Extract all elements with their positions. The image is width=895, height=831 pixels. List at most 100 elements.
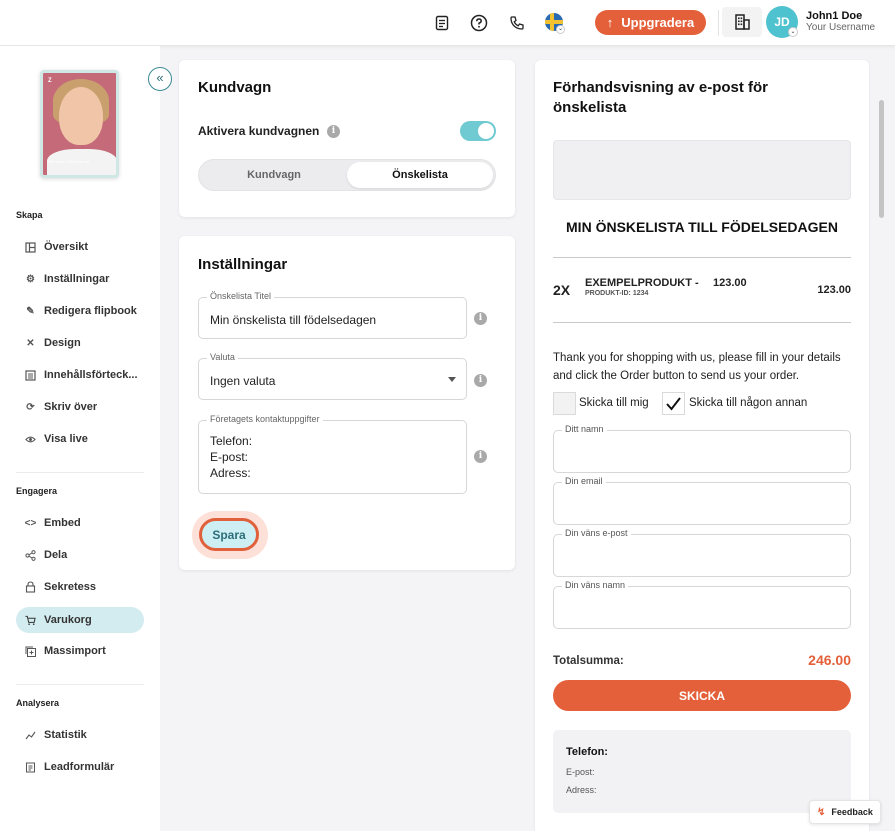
friend-email-input[interactable]: Din väns e-post bbox=[553, 528, 851, 577]
your-name-input[interactable]: Ditt namn bbox=[553, 424, 851, 473]
info-icon[interactable]: i bbox=[474, 374, 487, 387]
cart-mode-switch: Kundvagn Önskelista bbox=[198, 159, 496, 191]
save-button[interactable]: Spara bbox=[199, 518, 259, 551]
enable-cart-toggle[interactable] bbox=[460, 121, 496, 141]
feedback-button[interactable]: ↯ Feedback bbox=[809, 800, 881, 824]
preview-title: Förhandsvisning av e-post för önskelista bbox=[553, 79, 769, 116]
replace-icon: ⟳ bbox=[26, 401, 35, 413]
share-icon bbox=[25, 549, 36, 561]
enable-cart-label: Aktivera kundvagnen bbox=[198, 124, 320, 138]
divider bbox=[16, 472, 144, 473]
feedback-icon: ↯ bbox=[817, 806, 826, 818]
sidebar-item-installningar[interactable]: ⚙ Inställningar bbox=[16, 266, 144, 292]
sidebar-item-varukorg[interactable]: Varukorg bbox=[16, 607, 144, 633]
sidebar-item-skriv-over[interactable]: ⟳ Skriv över bbox=[16, 394, 144, 420]
send-button[interactable]: SKICKA bbox=[553, 680, 851, 711]
sidebar-item-label: Sekretess bbox=[44, 581, 96, 593]
top-bar: ⌄ ↑ Uppgradera JD ⌄ John1 Doe Your Usern… bbox=[0, 0, 895, 46]
currency-select[interactable]: Valuta Ingen valuta bbox=[198, 352, 467, 400]
tab-onskelista[interactable]: Önskelista bbox=[347, 162, 493, 188]
pencil-icon: ✎ bbox=[26, 305, 35, 317]
total-value: 246.00 bbox=[808, 652, 851, 668]
send-to-me-label: Skicka till mig bbox=[579, 397, 649, 409]
divider bbox=[553, 257, 851, 258]
scrollbar[interactable] bbox=[879, 100, 884, 218]
upgrade-button[interactable]: ↑ Uppgradera bbox=[595, 10, 706, 35]
sidebar-item-label: Massimport bbox=[44, 645, 106, 657]
sidebar-item-visa-live[interactable]: Visa live bbox=[16, 426, 144, 452]
flipbook-thumbnail[interactable]: Z Mitt mode Vår/Sommar bbox=[40, 70, 119, 178]
sidebar-item-label: Innehållsförteck... bbox=[44, 369, 138, 381]
form-icon bbox=[25, 762, 36, 773]
send-to-other-checkbox[interactable] bbox=[662, 392, 685, 415]
item-line-total: 123.00 bbox=[817, 284, 851, 296]
section-heading-skapa: Skapa bbox=[16, 210, 43, 220]
document-icon[interactable] bbox=[431, 12, 453, 34]
company-contact-field[interactable]: Företagets kontaktuppgifter Telefon: E-p… bbox=[198, 414, 467, 494]
sidebar-item-massimport[interactable]: Massimport bbox=[16, 638, 144, 664]
building-icon[interactable] bbox=[722, 7, 762, 37]
sidebar-item-label: Embed bbox=[44, 517, 81, 529]
chevron-down-icon[interactable]: ⌄ bbox=[788, 27, 798, 37]
section-heading-engagera: Engagera bbox=[16, 486, 58, 496]
preview-header-image bbox=[553, 140, 851, 200]
friend-name-input[interactable]: Din väns namn bbox=[553, 580, 851, 629]
tab-kundvagn[interactable]: Kundvagn bbox=[201, 162, 347, 188]
send-to-other-label: Skicka till någon annan bbox=[689, 397, 808, 409]
sidebar-item-dela[interactable]: Dela bbox=[16, 542, 144, 568]
info-icon[interactable]: i bbox=[474, 450, 487, 463]
wishlist-title-field[interactable]: Önskelista Titel Min önskelista till föd… bbox=[198, 291, 467, 339]
item-quantity: 2X bbox=[553, 282, 571, 298]
sidebar-item-oversikt[interactable]: Översikt bbox=[16, 234, 144, 260]
contact-email: E-post: bbox=[566, 767, 595, 777]
sidebar-item-innehallsforteckning[interactable]: Innehållsförteck... bbox=[16, 362, 144, 388]
info-icon[interactable]: i bbox=[327, 125, 340, 138]
contact-phone: Telefon: bbox=[566, 746, 608, 758]
chevron-down-icon[interactable]: ⌄ bbox=[556, 25, 565, 34]
trend-chart-icon bbox=[25, 730, 36, 741]
contact-address: Adress: bbox=[566, 785, 597, 795]
sidebar-item-statistik[interactable]: Statistik bbox=[16, 722, 144, 748]
sidebar-item-label: Varukorg bbox=[44, 614, 92, 626]
collapse-sidebar-button[interactable]: « bbox=[148, 67, 172, 91]
lock-icon bbox=[25, 581, 36, 593]
send-to-me-checkbox[interactable] bbox=[553, 392, 576, 415]
sidebar-item-redigera-flipbook[interactable]: ✎ Redigera flipbook bbox=[16, 298, 144, 324]
user-username: Your Username bbox=[806, 22, 876, 33]
phone-icon[interactable] bbox=[506, 12, 528, 34]
sidebar-item-label: Översikt bbox=[44, 241, 89, 253]
sidebar-item-sekretess[interactable]: Sekretess bbox=[16, 574, 144, 600]
sidebar-item-label: Inställningar bbox=[44, 273, 110, 285]
user-name: John1 Doe bbox=[806, 10, 863, 22]
your-email-input[interactable]: Din email bbox=[553, 476, 851, 525]
cart-icon bbox=[25, 615, 36, 626]
divider bbox=[16, 684, 144, 685]
item-name: EXEMPELPRODUKT - bbox=[585, 277, 699, 289]
sidebar-item-embed[interactable]: <> Embed bbox=[16, 510, 144, 536]
info-icon[interactable]: i bbox=[474, 312, 487, 325]
item-unit-price: 123.00 bbox=[713, 277, 747, 289]
sidebar: Z Mitt mode Vår/Sommar Skapa Översikt ⚙ … bbox=[0, 46, 160, 831]
help-icon[interactable] bbox=[468, 12, 490, 34]
divider bbox=[553, 322, 851, 323]
item-product-id: PRODUKT-ID: 1234 bbox=[585, 290, 649, 297]
sidebar-item-label: Leadformulär bbox=[44, 761, 115, 773]
sidebar-item-design[interactable]: ✕ Design bbox=[16, 330, 144, 356]
order-message: Thank you for shopping with us, please f… bbox=[553, 352, 841, 382]
thumbnail-logo: Z bbox=[48, 78, 52, 84]
design-tools-icon: ✕ bbox=[26, 337, 35, 349]
eye-icon bbox=[25, 434, 36, 445]
divider bbox=[718, 10, 719, 36]
total-label: Totalsumma: bbox=[553, 655, 624, 667]
sidebar-item-label: Statistik bbox=[44, 729, 87, 741]
sidebar-item-label: Dela bbox=[44, 549, 68, 561]
contact-info-box: Telefon: E-post: Adress: bbox=[553, 730, 851, 813]
sidebar-item-label: Redigera flipbook bbox=[44, 305, 137, 317]
arrow-up-icon: ↑ bbox=[606, 15, 614, 30]
gear-icon: ⚙ bbox=[26, 273, 35, 285]
sidebar-item-leadformular[interactable]: Leadformulär bbox=[16, 754, 144, 780]
import-icon bbox=[25, 646, 36, 657]
wishlist-heading: MIN ÖNSKELISTA TILL FÖDELSEDAGEN bbox=[566, 219, 838, 235]
cart-card-title: Kundvagn bbox=[198, 79, 272, 96]
dropdown-arrow-icon bbox=[448, 377, 456, 382]
